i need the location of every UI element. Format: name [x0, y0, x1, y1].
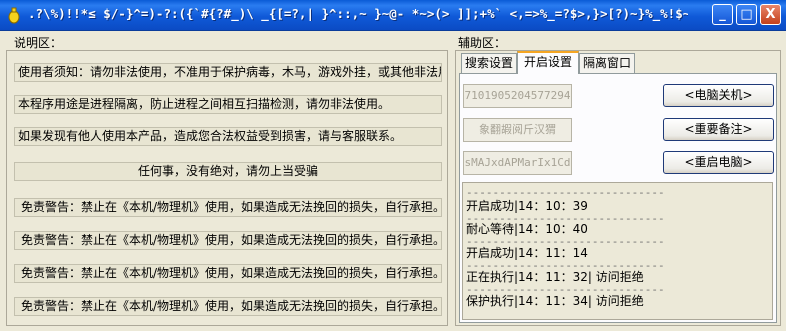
- important-notes-button[interactable]: <重要备注>: [663, 118, 774, 141]
- tab-search-settings[interactable]: 搜索设置: [461, 53, 517, 73]
- title-bar[interactable]: .?\%)!!*≤ $/-}^=)-?:({`#{?#_)\ _{[=?,| }…: [0, 0, 786, 31]
- close-icon: X: [765, 7, 776, 22]
- disclaimer-warning: 免责警告：禁止在《本机/物理机》使用，如果造成无法挽回的损失，自行承担。: [14, 264, 442, 283]
- disclaimer-warning: 免责警告：禁止在《本机/物理机》使用，如果造成无法挽回的损失，自行承担。: [14, 198, 442, 217]
- disclaimer-warning: 免责警告：禁止在《本机/物理机》使用，如果造成无法挽回的损失，自行承担。: [14, 231, 442, 250]
- minimize-button[interactable]: _: [712, 4, 733, 25]
- tab-startup-settings[interactable]: 开启设置: [517, 51, 579, 74]
- close-button[interactable]: X: [760, 4, 781, 25]
- maximize-button[interactable]: □: [736, 4, 757, 25]
- window-title: .?\%)!!*≤ $/-}^=)-?:({`#{?#_)\ _{[=?,| }…: [28, 6, 688, 21]
- status-log[interactable]: ------------------------------ 开启成功|14：1…: [462, 182, 773, 320]
- minimize-icon: _: [719, 7, 726, 22]
- disclaimer-warning: 免责警告：禁止在《本机/物理机》使用，如果造成无法挽回的损失，自行承担。: [14, 297, 442, 316]
- code-field[interactable]: 象翻嘏阅斤汉猬: [463, 118, 572, 142]
- notice-purpose: 本程序用途是进程隔离，防止进程之间相互扫描检测，请勿非法使用。: [14, 95, 442, 114]
- notice-contact: 如果发现有他人使用本产品，造成您合法权益受到损害，请与客服联系。: [14, 127, 442, 146]
- log-separator: ------------------------------: [466, 186, 665, 199]
- description-area-label: 说明区：: [14, 36, 63, 50]
- app-icon: [8, 7, 20, 24]
- code-field[interactable]: 7101905204577294: [463, 84, 572, 108]
- description-area: [6, 50, 448, 326]
- restart-computer-button[interactable]: <重启电脑>: [663, 151, 774, 174]
- notice-usage: 使用者须知：请勿非法使用，不准用于保护病毒，木马，游戏外挂，或其他非法用途: [14, 63, 442, 82]
- code-field[interactable]: sMAJxdAPMarIx1Cd: [463, 151, 572, 175]
- tab-isolation-window[interactable]: 隔离窗口: [579, 53, 635, 73]
- notice-caution: 任何事，没有绝对，请勿上当受骗: [14, 162, 442, 181]
- log-line: 保护执行|14：11：34| 访问拒绝: [466, 294, 644, 308]
- shutdown-computer-button[interactable]: <电脑关机>: [663, 84, 774, 107]
- maximize-icon: □: [740, 7, 753, 22]
- assist-area-label: 辅助区：: [458, 36, 507, 50]
